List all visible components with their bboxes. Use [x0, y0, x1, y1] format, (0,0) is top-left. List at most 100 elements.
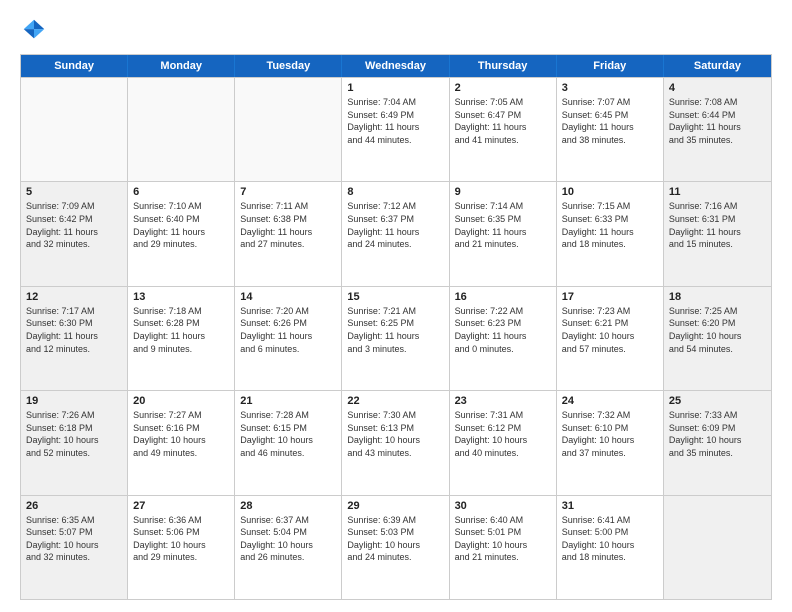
day-cell-14: 14Sunrise: 7:20 AM Sunset: 6:26 PM Dayli…	[235, 287, 342, 390]
day-info: Sunrise: 7:25 AM Sunset: 6:20 PM Dayligh…	[669, 305, 766, 355]
day-info: Sunrise: 7:07 AM Sunset: 6:45 PM Dayligh…	[562, 96, 658, 146]
day-cell-29: 29 Sunrise: 6:39 AM Sunset: 5:03 PM Dayli…	[342, 496, 449, 599]
day-cell-7: 7 Sunrise: 7:11 AM Sunset: 6:38 PM Daylig…	[235, 182, 342, 285]
day-number: 30	[455, 500, 551, 512]
day-cell-23: 23Sunrise: 7:31 AM Sunset: 6:12 PM Dayli…	[450, 391, 557, 494]
calendar-header: SundayMondayTuesdayWednesdayThursdayFrid…	[21, 55, 771, 77]
day-cell-15: 15Sunrise: 7:21 AM Sunset: 6:25 PM Dayli…	[342, 287, 449, 390]
day-info: Sunrise: 7:16 AM Sunset: 6:31 PM Dayligh…	[669, 200, 766, 250]
day-info: Sunrise: 7:14 AM Sunset: 6:35 PM Dayligh…	[455, 200, 551, 250]
calendar-row-0: 1 Sunrise: 7:04 AM Sunset: 6:49 PM Daylig…	[21, 77, 771, 181]
weekday-header-sunday: Sunday	[21, 55, 128, 77]
day-info: Sunrise: 6:36 AM Sunset: 5:06 PM Dayligh…	[133, 514, 229, 564]
day-info: Sunrise: 7:04 AM Sunset: 6:49 PM Dayligh…	[347, 96, 443, 146]
weekday-header-monday: Monday	[128, 55, 235, 77]
day-info: Sunrise: 7:26 AM Sunset: 6:18 PM Dayligh…	[26, 409, 122, 459]
day-cell-30: 30 Sunrise: 6:40 AM Sunset: 5:01 PM Dayli…	[450, 496, 557, 599]
day-info: Sunrise: 7:15 AM Sunset: 6:33 PM Dayligh…	[562, 200, 658, 250]
day-info: Sunrise: 7:23 AM Sunset: 6:21 PM Dayligh…	[562, 305, 658, 355]
day-info: Sunrise: 7:32 AM Sunset: 6:10 PM Dayligh…	[562, 409, 658, 459]
day-cell-19: 19 Sunrise: 7:26 AM Sunset: 6:18 PM Dayli…	[21, 391, 128, 494]
day-number: 1	[347, 82, 443, 94]
day-number: 25	[669, 395, 766, 407]
day-cell-24: 24Sunrise: 7:32 AM Sunset: 6:10 PM Dayli…	[557, 391, 664, 494]
day-number: 12	[26, 291, 122, 303]
day-cell-2: 2 Sunrise: 7:05 AM Sunset: 6:47 PM Daylig…	[450, 78, 557, 181]
day-cell-22: 22Sunrise: 7:30 AM Sunset: 6:13 PM Dayli…	[342, 391, 449, 494]
day-info: Sunrise: 7:17 AM Sunset: 6:30 PM Dayligh…	[26, 305, 122, 355]
day-number: 18	[669, 291, 766, 303]
calendar-row-1: 5Sunrise: 7:09 AM Sunset: 6:42 PM Daylig…	[21, 181, 771, 285]
day-info: Sunrise: 6:40 AM Sunset: 5:01 PM Dayligh…	[455, 514, 551, 564]
day-number: 9	[455, 186, 551, 198]
weekday-header-wednesday: Wednesday	[342, 55, 449, 77]
day-info: Sunrise: 7:18 AM Sunset: 6:28 PM Dayligh…	[133, 305, 229, 355]
day-info: Sunrise: 7:30 AM Sunset: 6:13 PM Dayligh…	[347, 409, 443, 459]
day-number: 28	[240, 500, 336, 512]
logo	[20, 16, 50, 44]
day-number: 19	[26, 395, 122, 407]
empty-cell-4-6	[664, 496, 771, 599]
day-cell-16: 16Sunrise: 7:22 AM Sunset: 6:23 PM Dayli…	[450, 287, 557, 390]
day-info: Sunrise: 6:41 AM Sunset: 5:00 PM Dayligh…	[562, 514, 658, 564]
day-cell-4: 4 Sunrise: 7:08 AM Sunset: 6:44 PM Daylig…	[664, 78, 771, 181]
day-info: Sunrise: 7:05 AM Sunset: 6:47 PM Dayligh…	[455, 96, 551, 146]
day-cell-3: 3 Sunrise: 7:07 AM Sunset: 6:45 PM Daylig…	[557, 78, 664, 181]
day-number: 11	[669, 186, 766, 198]
day-number: 6	[133, 186, 229, 198]
empty-cell-0-2	[235, 78, 342, 181]
day-cell-28: 28Sunrise: 6:37 AM Sunset: 5:04 PM Dayli…	[235, 496, 342, 599]
day-cell-18: 18 Sunrise: 7:25 AM Sunset: 6:20 PM Dayli…	[664, 287, 771, 390]
day-info: Sunrise: 7:11 AM Sunset: 6:38 PM Dayligh…	[240, 200, 336, 250]
day-info: Sunrise: 6:39 AM Sunset: 5:03 PM Dayligh…	[347, 514, 443, 564]
day-cell-26: 26 Sunrise: 6:35 AM Sunset: 5:07 PM Dayli…	[21, 496, 128, 599]
day-info: Sunrise: 7:12 AM Sunset: 6:37 PM Dayligh…	[347, 200, 443, 250]
header	[20, 16, 772, 44]
day-info: Sunrise: 7:21 AM Sunset: 6:25 PM Dayligh…	[347, 305, 443, 355]
day-cell-31: 31 Sunrise: 6:41 AM Sunset: 5:00 PM Dayli…	[557, 496, 664, 599]
day-number: 20	[133, 395, 229, 407]
day-info: Sunrise: 7:33 AM Sunset: 6:09 PM Dayligh…	[669, 409, 766, 459]
day-cell-11: 11 Sunrise: 7:16 AM Sunset: 6:31 PM Dayli…	[664, 182, 771, 285]
day-number: 2	[455, 82, 551, 94]
day-cell-20: 20 Sunrise: 7:27 AM Sunset: 6:16 PM Dayli…	[128, 391, 235, 494]
day-cell-27: 27 Sunrise: 6:36 AM Sunset: 5:06 PM Dayli…	[128, 496, 235, 599]
day-info: Sunrise: 7:08 AM Sunset: 6:44 PM Dayligh…	[669, 96, 766, 146]
day-number: 31	[562, 500, 658, 512]
page: SundayMondayTuesdayWednesdayThursdayFrid…	[0, 0, 792, 612]
day-number: 7	[240, 186, 336, 198]
calendar-row-4: 26 Sunrise: 6:35 AM Sunset: 5:07 PM Dayli…	[21, 495, 771, 599]
weekday-header-tuesday: Tuesday	[235, 55, 342, 77]
day-number: 27	[133, 500, 229, 512]
logo-icon	[20, 16, 48, 44]
day-cell-25: 25 Sunrise: 7:33 AM Sunset: 6:09 PM Dayli…	[664, 391, 771, 494]
day-number: 13	[133, 291, 229, 303]
day-cell-1: 1 Sunrise: 7:04 AM Sunset: 6:49 PM Daylig…	[342, 78, 449, 181]
day-info: Sunrise: 6:35 AM Sunset: 5:07 PM Dayligh…	[26, 514, 122, 564]
day-number: 26	[26, 500, 122, 512]
weekday-header-thursday: Thursday	[450, 55, 557, 77]
day-number: 10	[562, 186, 658, 198]
day-cell-5: 5Sunrise: 7:09 AM Sunset: 6:42 PM Daylig…	[21, 182, 128, 285]
weekday-header-friday: Friday	[557, 55, 664, 77]
day-cell-9: 9 Sunrise: 7:14 AM Sunset: 6:35 PM Daylig…	[450, 182, 557, 285]
day-cell-17: 17Sunrise: 7:23 AM Sunset: 6:21 PM Dayli…	[557, 287, 664, 390]
day-number: 14	[240, 291, 336, 303]
day-cell-6: 6 Sunrise: 7:10 AM Sunset: 6:40 PM Daylig…	[128, 182, 235, 285]
day-number: 8	[347, 186, 443, 198]
calendar-row-3: 19 Sunrise: 7:26 AM Sunset: 6:18 PM Dayli…	[21, 390, 771, 494]
day-cell-13: 13 Sunrise: 7:18 AM Sunset: 6:28 PM Dayli…	[128, 287, 235, 390]
day-cell-10: 10 Sunrise: 7:15 AM Sunset: 6:33 PM Dayli…	[557, 182, 664, 285]
day-info: Sunrise: 7:10 AM Sunset: 6:40 PM Dayligh…	[133, 200, 229, 250]
day-info: Sunrise: 7:27 AM Sunset: 6:16 PM Dayligh…	[133, 409, 229, 459]
day-cell-8: 8 Sunrise: 7:12 AM Sunset: 6:37 PM Daylig…	[342, 182, 449, 285]
empty-cell-0-0	[21, 78, 128, 181]
day-number: 3	[562, 82, 658, 94]
day-number: 29	[347, 500, 443, 512]
day-number: 4	[669, 82, 766, 94]
weekday-header-saturday: Saturday	[664, 55, 771, 77]
day-info: Sunrise: 7:09 AM Sunset: 6:42 PM Dayligh…	[26, 200, 122, 250]
day-number: 23	[455, 395, 551, 407]
day-info: Sunrise: 7:22 AM Sunset: 6:23 PM Dayligh…	[455, 305, 551, 355]
day-info: Sunrise: 7:28 AM Sunset: 6:15 PM Dayligh…	[240, 409, 336, 459]
